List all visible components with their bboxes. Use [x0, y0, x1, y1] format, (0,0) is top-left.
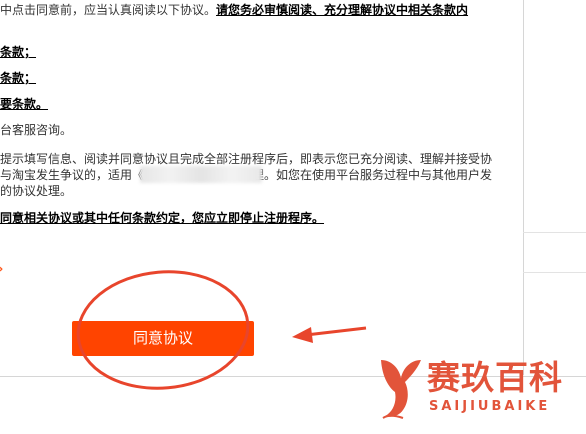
- clause-3: 要条款。: [0, 97, 49, 111]
- paragraph-line-3: 的协议处理。: [0, 184, 73, 198]
- pointer-arrow-shaft: [305, 326, 367, 337]
- pointer-arrow-head: [292, 327, 313, 343]
- panel-right-border: [523, 0, 524, 375]
- chevron-right-icon: ›: [0, 262, 3, 277]
- side-divider: [523, 272, 586, 273]
- whale-tail-logo-icon: [381, 360, 421, 419]
- agreement-intro: 中点击同意前，应当认真阅读以下协议。请您务必审慎阅读、充分理解协议中相关条款内: [0, 2, 468, 18]
- consult-text: 台客服咨询。: [0, 123, 73, 137]
- stop-warning: 同意相关协议或其中任何条款约定，您应立即停止注册程序。: [0, 211, 325, 225]
- watermark-brand-latin: SAIJIUBAIKE: [429, 399, 551, 414]
- paragraph-line-2-head: 与淘宝发生争议的，适用《: [0, 168, 145, 182]
- intro-text: 中点击同意前，应当认真阅读以下协议。: [0, 3, 217, 17]
- clause-2: 条款；: [0, 71, 37, 85]
- clause-1: 条款；: [0, 45, 37, 59]
- watermark-brand-name: 赛玖百科: [427, 358, 563, 397]
- paragraph-line-2-tail: 理。如您在使用平台服务过程中与其他用户发: [252, 168, 493, 182]
- redacted-blur: [140, 166, 262, 183]
- side-divider: [523, 232, 586, 233]
- paragraph-line-1: 提示填写信息、阅读并同意协议且完成全部注册程序后，即表示您已充分阅读、理解并接受…: [0, 152, 493, 166]
- intro-bold-text: 请您务必审慎阅读、充分理解协议中相关条款内: [216, 3, 469, 17]
- agree-agreement-button[interactable]: 同意协议: [72, 321, 254, 356]
